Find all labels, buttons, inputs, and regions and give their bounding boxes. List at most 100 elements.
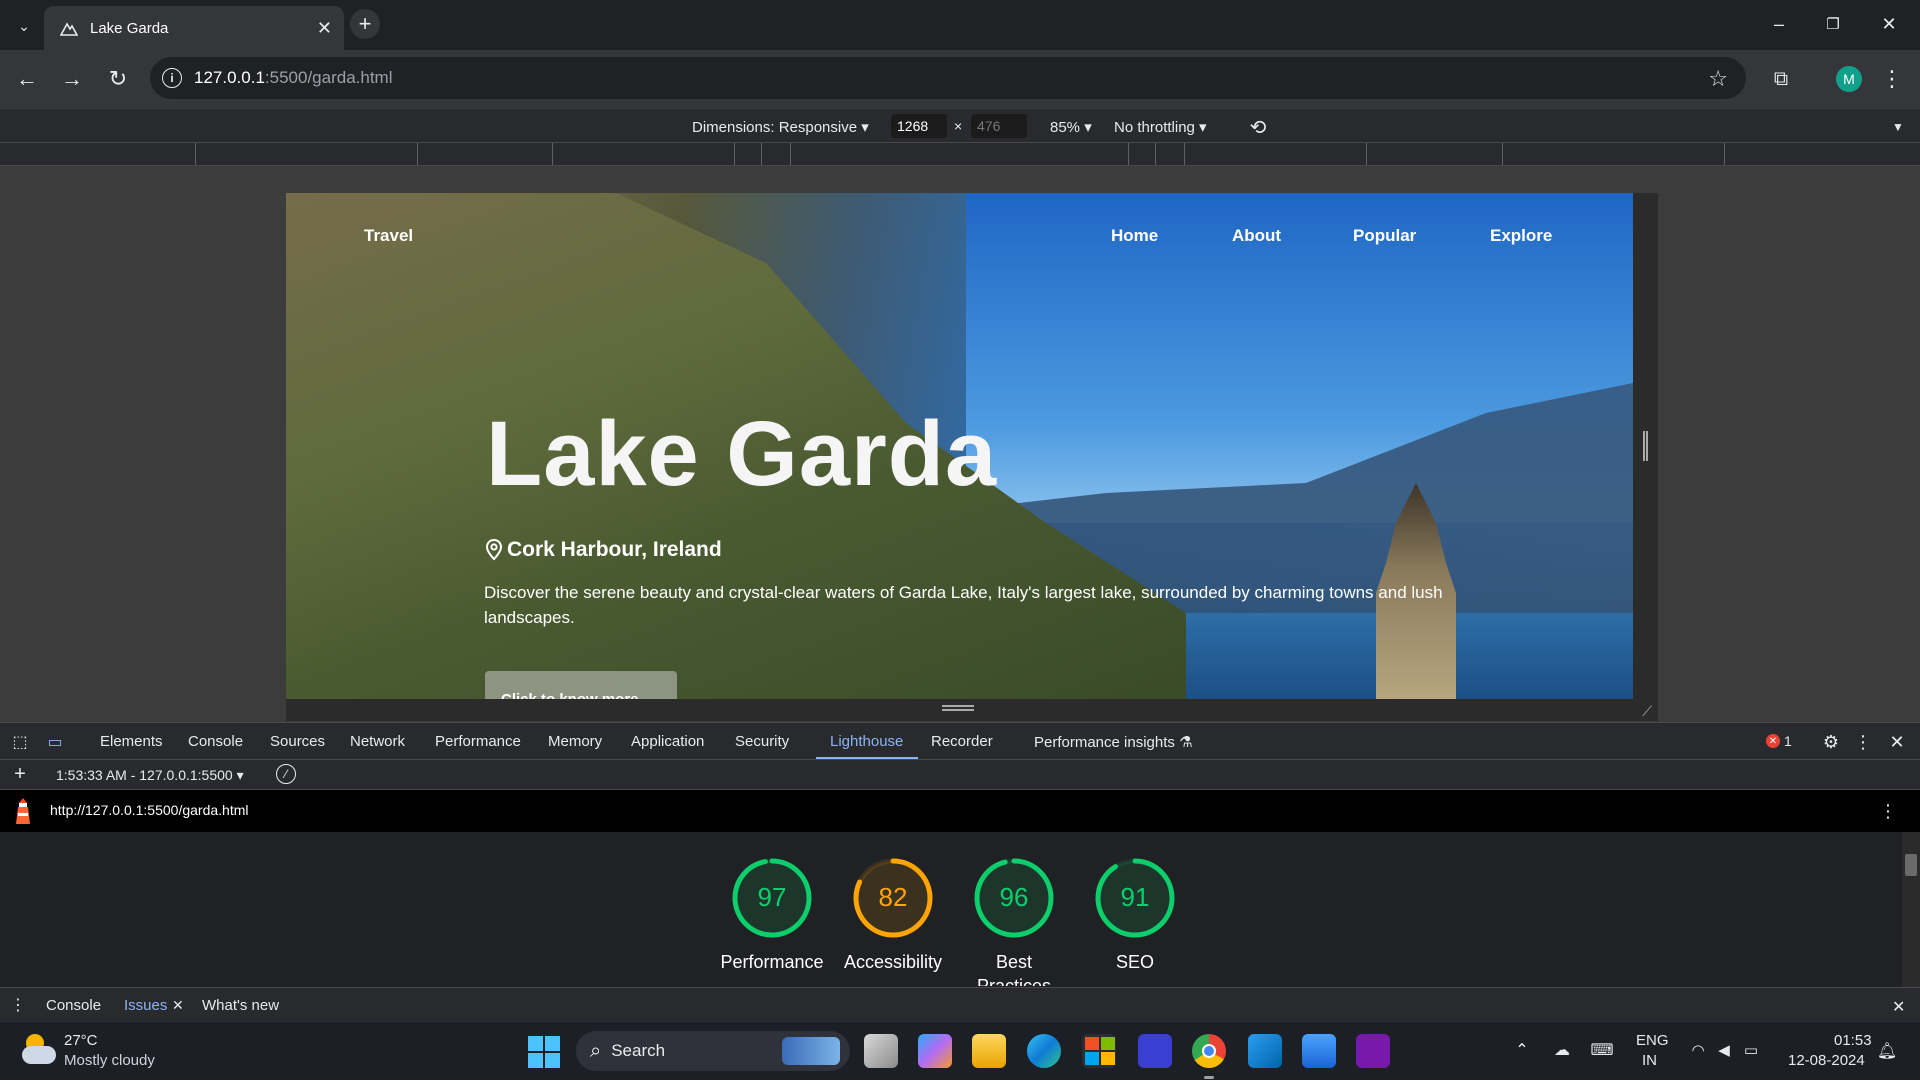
tab-performance-insights[interactable]: Performance insights ⚗ (1034, 733, 1193, 751)
viewport-resize-handle-bottom[interactable]: ⟋ (286, 699, 1658, 721)
clock-date[interactable]: 12-08-2024 (1788, 1052, 1865, 1069)
bookmark-star-icon[interactable]: ☆ (1708, 66, 1728, 92)
active-tab-indicator (816, 757, 918, 759)
clock-time[interactable]: 01:53 (1834, 1032, 1872, 1049)
issues-close-icon[interactable]: ✕ (172, 997, 184, 1014)
width-input[interactable]: 1268 (891, 114, 947, 138)
rotate-icon[interactable]: ⟲ (1246, 115, 1270, 139)
weather-desc[interactable]: Mostly cloudy (64, 1052, 155, 1069)
extensions-puzzle-icon[interactable]: ⧉ (1766, 64, 1796, 94)
svg-text:96: 96 (1000, 882, 1029, 912)
dimensions-select[interactable]: Dimensions: Responsive ▾ (692, 118, 869, 136)
drawer-tab-whats-new[interactable]: What's new (202, 997, 279, 1014)
tab-application[interactable]: Application (631, 733, 704, 750)
onenote-icon[interactable] (1356, 1034, 1390, 1068)
score-gauge-accessibility[interactable]: 82 (851, 856, 935, 940)
viewport-resize-handle-right[interactable] (1633, 193, 1658, 699)
nav-popular[interactable]: Popular (1353, 226, 1416, 246)
new-report-plus-icon[interactable]: + (10, 763, 30, 785)
chrome-icon[interactable] (1192, 1034, 1226, 1068)
search-icon: ⌕ (590, 1039, 602, 1062)
battery-icon[interactable]: ▭ (1740, 1040, 1762, 1060)
devtools-menu-icon[interactable]: ⋮ (1854, 731, 1872, 753)
minimize-icon[interactable]: – (1764, 10, 1794, 38)
lang-top[interactable]: ENG (1636, 1032, 1669, 1049)
tray-chevron-up-icon[interactable]: ⌃ (1512, 1040, 1532, 1060)
tab-console[interactable]: Console (188, 733, 243, 750)
score-gauge-performance[interactable]: 97 (730, 856, 814, 940)
notification-bell-icon[interactable]: 🔔︎ (1876, 1040, 1898, 1062)
nav-about[interactable]: About (1232, 226, 1281, 246)
reload-icon[interactable]: ↻ (103, 64, 133, 94)
edge-icon[interactable] (1027, 1034, 1061, 1068)
onedrive-cloud-icon[interactable]: ☁ (1550, 1040, 1574, 1060)
taskbar-search[interactable]: ⌕ Search (576, 1031, 850, 1071)
copilot-icon[interactable] (918, 1034, 952, 1068)
windows-start-icon[interactable] (528, 1036, 560, 1068)
forward-icon[interactable]: → (57, 64, 87, 94)
tab-performance[interactable]: Performance (435, 733, 521, 750)
tab-elements[interactable]: Elements (100, 733, 163, 750)
know-more-button[interactable]: Click to know more (485, 671, 677, 699)
menu-kebab-icon[interactable]: ⋮ (1880, 64, 1904, 94)
address-bar[interactable]: i 127.0.0.1:5500/garda.html ☆ (150, 57, 1746, 99)
tab-recorder[interactable]: Recorder (931, 733, 993, 750)
inspect-element-icon[interactable]: ⬚ (10, 732, 30, 752)
nav-home[interactable]: Home (1111, 226, 1158, 246)
weather-cloud-icon[interactable] (20, 1032, 58, 1070)
report-selector[interactable]: 1:53:33 AM - 127.0.0.1:5500 ▾ (56, 767, 244, 784)
tab-sources[interactable]: Sources (270, 733, 325, 750)
nav-explore[interactable]: Explore (1490, 226, 1552, 246)
task-view-icon[interactable] (864, 1034, 898, 1068)
tab-lighthouse[interactable]: Lighthouse (830, 733, 903, 750)
window-close-icon[interactable]: ✕ (1874, 10, 1904, 38)
resize-corner-icon[interactable]: ⟋ (1642, 703, 1652, 720)
drawer-tab-console[interactable]: Console (46, 997, 101, 1014)
flask-icon: ⚗ (1179, 734, 1193, 751)
wifi-icon[interactable]: ◠ (1688, 1040, 1708, 1060)
devtools-close-icon[interactable]: ✕ (1886, 731, 1908, 753)
report-scrollbar[interactable] (1902, 832, 1920, 987)
media-query-ruler[interactable] (0, 142, 1920, 166)
throttling-value: No throttling (1114, 119, 1195, 136)
tab-close-icon[interactable]: ✕ (317, 18, 332, 39)
site-info-icon[interactable]: i (162, 68, 182, 88)
microsoft-store-icon[interactable] (1082, 1034, 1116, 1068)
settings-gear-icon[interactable]: ⚙ (1820, 731, 1842, 753)
zoom-select[interactable]: 85% ▾ (1050, 118, 1092, 136)
score-gauge-seo[interactable]: 91 (1093, 856, 1177, 940)
drawer-menu-icon[interactable]: ⋮ (10, 996, 26, 1014)
device-toggle-icon[interactable]: ▭ (44, 732, 66, 752)
tab-security[interactable]: Security (735, 733, 789, 750)
report-url[interactable]: http://127.0.0.1:5500/garda.html (50, 802, 248, 818)
tab-search-chevron-icon[interactable]: ⌄ (12, 14, 36, 38)
error-counter[interactable]: ✕ 1 (1766, 733, 1792, 749)
tab-memory[interactable]: Memory (548, 733, 602, 750)
file-explorer-icon[interactable] (972, 1034, 1006, 1068)
height-input[interactable]: 476 (971, 114, 1027, 138)
vscode-icon[interactable] (1248, 1034, 1282, 1068)
pen-app-icon[interactable] (1138, 1034, 1172, 1068)
clear-reports-icon[interactable]: ⁄ (276, 764, 296, 784)
report-menu-icon[interactable]: ⋮ (1879, 800, 1897, 822)
keyboard-icon[interactable]: ⌨ (1590, 1040, 1614, 1060)
browser-tab[interactable]: Lake Garda ✕ (44, 6, 344, 50)
profile-avatar[interactable]: M (1836, 66, 1862, 92)
hero-title: Lake Garda (486, 403, 998, 505)
lang-bottom[interactable]: IN (1642, 1052, 1657, 1069)
new-tab-icon[interactable]: + (350, 9, 380, 39)
drawer-tab-issues[interactable]: Issues (124, 997, 167, 1014)
scrollbar-thumb[interactable] (1905, 854, 1917, 876)
drawer-close-icon[interactable]: ✕ (1892, 997, 1905, 1017)
restore-icon[interactable]: ❐ (1818, 10, 1848, 38)
volume-icon[interactable]: ◀ (1714, 1040, 1734, 1060)
score-gauge-best-practices[interactable]: 96 (972, 856, 1056, 940)
calendar-icon[interactable] (1302, 1034, 1336, 1068)
site-brand[interactable]: Travel (364, 226, 413, 246)
device-toolbar-more-icon[interactable]: ▼ (1888, 117, 1908, 137)
tab-network[interactable]: Network (350, 733, 405, 750)
throttling-select[interactable]: No throttling ▾ (1114, 118, 1207, 136)
svg-text:82: 82 (879, 882, 908, 912)
weather-temp[interactable]: 27°C (64, 1032, 98, 1049)
back-icon[interactable]: ← (12, 64, 42, 94)
